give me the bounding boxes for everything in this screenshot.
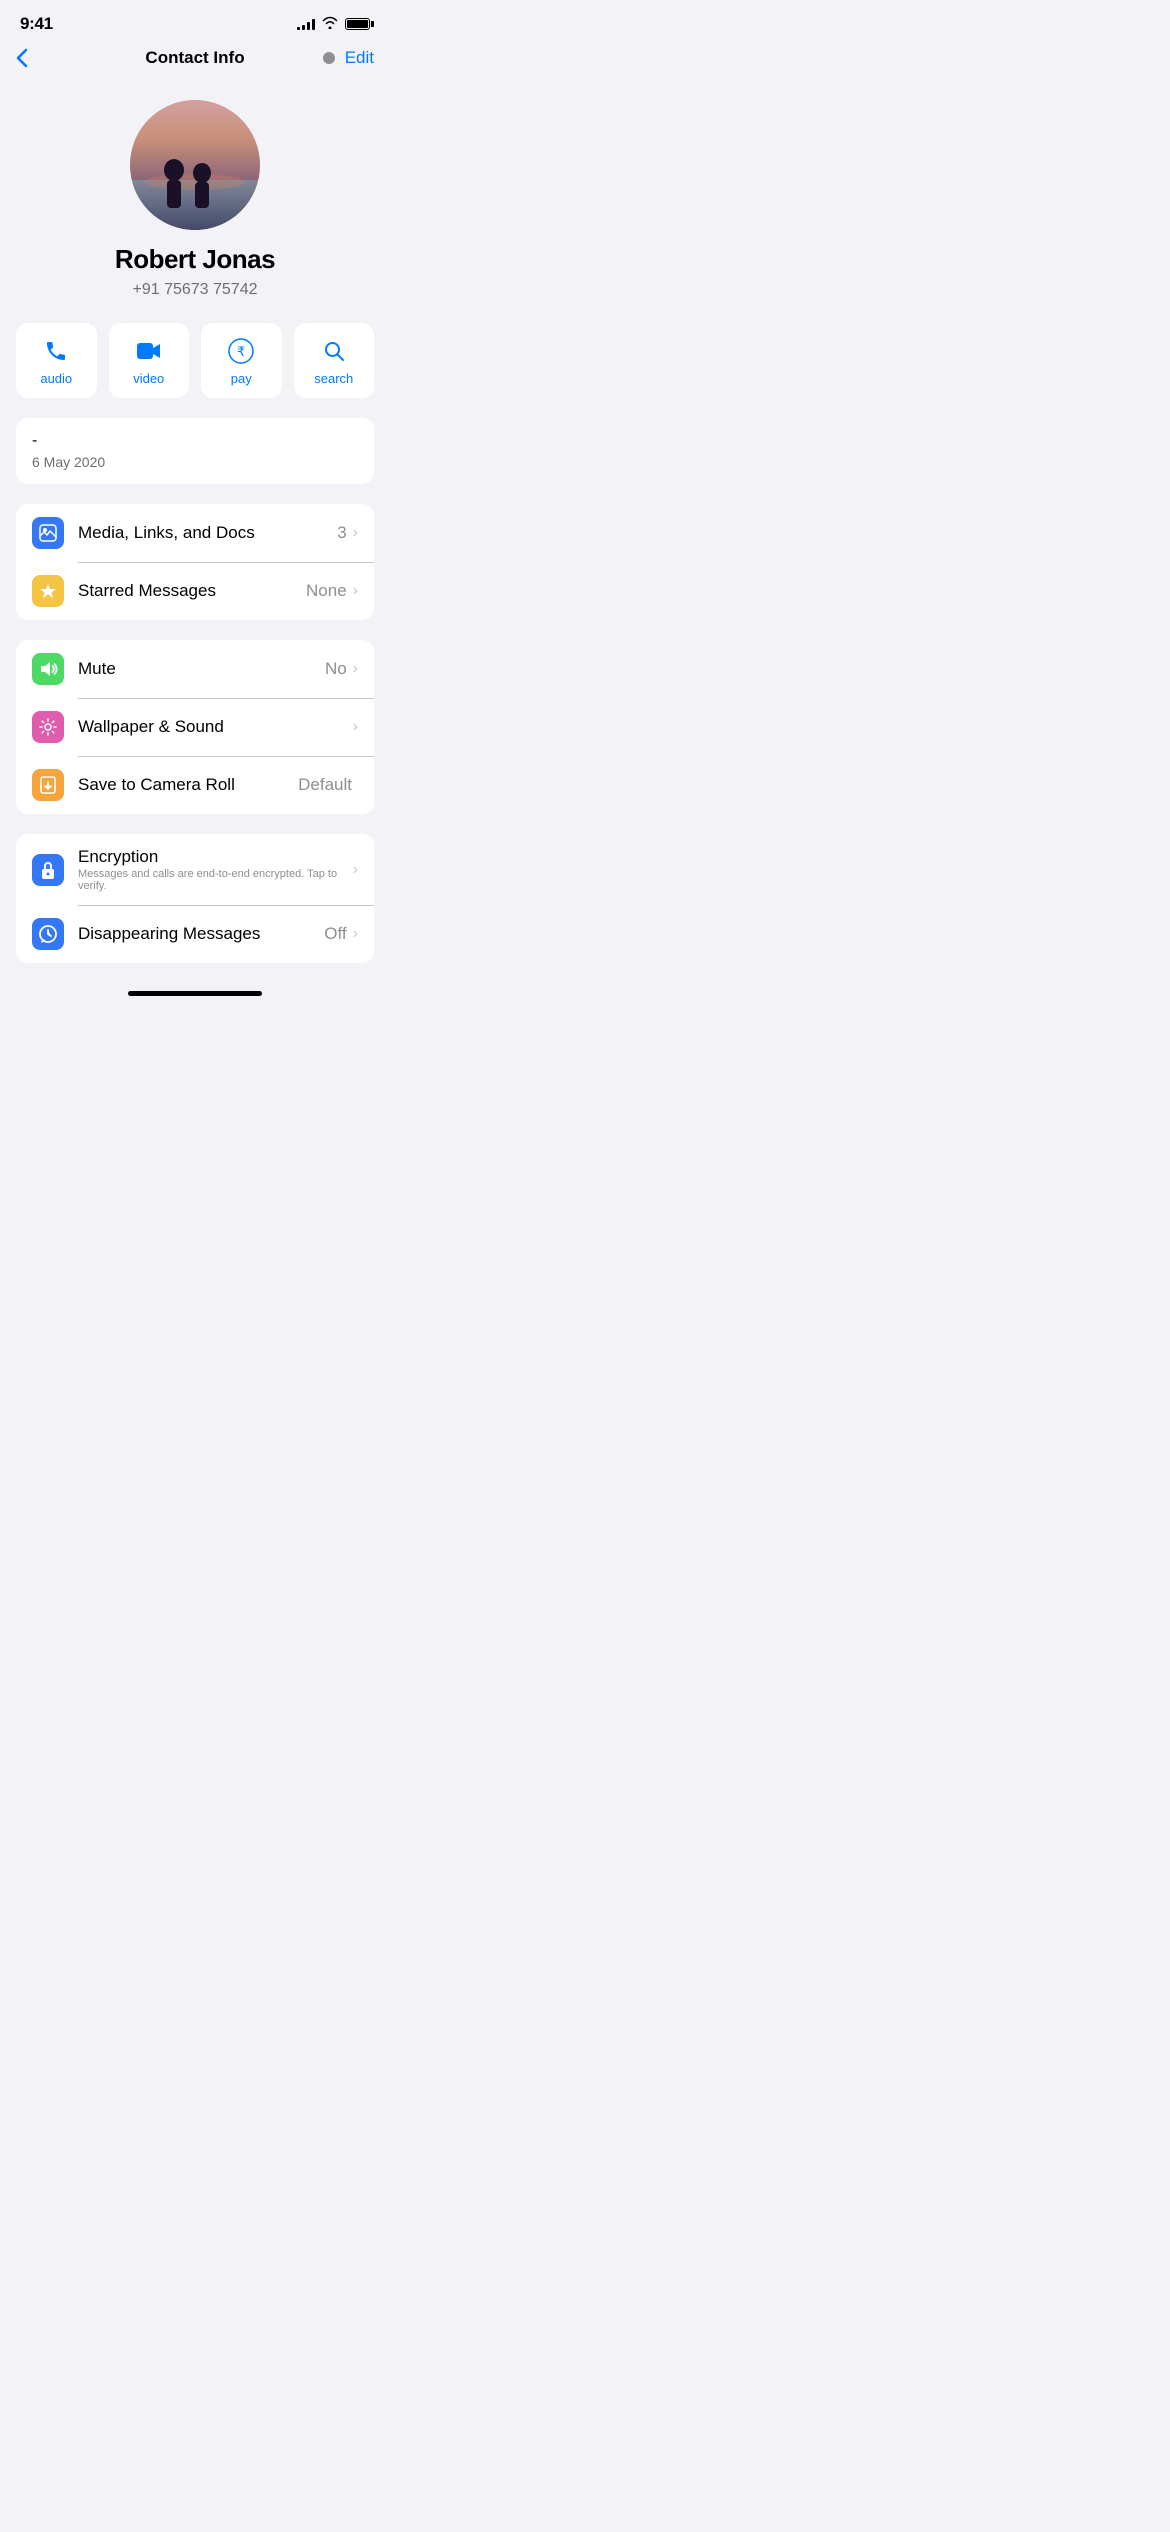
status-bar: 9:41: [0, 0, 390, 40]
settings-section-3: Encryption Messages and calls are end-to…: [16, 834, 374, 963]
home-indicator: [0, 983, 390, 1002]
disappearing-icon: [32, 918, 64, 950]
disappearing-messages-row[interactable]: Disappearing Messages Off ›: [16, 905, 374, 963]
chevron-icon: ›: [353, 524, 358, 542]
video-label: video: [133, 371, 164, 386]
search-button[interactable]: search: [294, 323, 375, 398]
wallpaper-sound-label: Wallpaper & Sound: [78, 717, 347, 737]
status-time: 9:41: [20, 14, 53, 34]
page-title: Contact Info: [145, 48, 244, 68]
chevron-icon: ›: [353, 718, 358, 736]
disappearing-messages-value: Off: [324, 924, 346, 944]
encryption-icon: [32, 854, 64, 886]
video-call-button[interactable]: video: [109, 323, 190, 398]
encryption-row[interactable]: Encryption Messages and calls are end-to…: [16, 834, 374, 905]
starred-messages-label: Starred Messages: [78, 581, 306, 601]
rupee-icon: ₹: [228, 337, 254, 365]
info-date: 6 May 2020: [32, 454, 358, 470]
mute-label: Mute: [78, 659, 325, 679]
search-icon: [322, 337, 346, 365]
media-icon: [32, 517, 64, 549]
mute-row[interactable]: Mute No ›: [16, 640, 374, 698]
chevron-icon: ›: [353, 660, 358, 678]
chevron-icon: ›: [353, 861, 358, 879]
disappearing-messages-label: Disappearing Messages: [78, 924, 324, 944]
edit-button[interactable]: Edit: [345, 48, 374, 68]
contact-status-dot: [323, 52, 335, 64]
action-buttons-row: audio video ₹ pay search: [0, 323, 390, 418]
video-icon: [136, 337, 162, 365]
media-links-docs-value: 3: [337, 523, 346, 543]
info-dash: -: [32, 432, 358, 450]
navigation-bar: Contact Info Edit: [0, 40, 390, 80]
battery-icon: [345, 18, 370, 30]
svg-text:₹: ₹: [237, 344, 245, 359]
pay-button[interactable]: ₹ pay: [201, 323, 282, 398]
save-camera-roll-label: Save to Camera Roll: [78, 775, 298, 795]
settings-section-1: Media, Links, and Docs 3 › Starred Messa…: [16, 504, 374, 620]
mute-value: No: [325, 659, 347, 679]
wifi-icon: [321, 16, 339, 32]
nav-right-actions: Edit: [323, 48, 374, 68]
mute-icon: [32, 653, 64, 685]
back-button[interactable]: [16, 48, 28, 68]
save-icon: [32, 769, 64, 801]
save-camera-roll-row[interactable]: Save to Camera Roll Default: [16, 756, 374, 814]
starred-messages-row[interactable]: Starred Messages None ›: [16, 562, 374, 620]
starred-messages-value: None: [306, 581, 347, 601]
contact-phone: +91 75673 75742: [132, 281, 257, 299]
audio-label: audio: [40, 371, 72, 386]
wallpaper-icon: [32, 711, 64, 743]
avatar[interactable]: [130, 100, 260, 230]
wallpaper-sound-row[interactable]: Wallpaper & Sound ›: [16, 698, 374, 756]
search-label: search: [314, 371, 353, 386]
settings-section-2: Mute No › Wallpaper & Sound › Save to Ca…: [16, 640, 374, 814]
contact-name: Robert Jonas: [115, 244, 275, 275]
media-links-docs-row[interactable]: Media, Links, and Docs 3 ›: [16, 504, 374, 562]
signal-icon: [297, 18, 315, 30]
profile-section: Robert Jonas +91 75673 75742: [0, 80, 390, 323]
phone-icon: [44, 337, 68, 365]
media-links-docs-label: Media, Links, and Docs: [78, 523, 337, 543]
audio-call-button[interactable]: audio: [16, 323, 97, 398]
home-bar: [128, 991, 262, 996]
encryption-label: Encryption: [78, 847, 353, 867]
save-camera-roll-value: Default: [298, 775, 352, 795]
starred-icon: [32, 575, 64, 607]
pay-label: pay: [231, 371, 252, 386]
chevron-icon: ›: [353, 925, 358, 943]
encryption-sublabel: Messages and calls are end-to-end encryp…: [78, 868, 353, 892]
status-icons: [297, 16, 370, 32]
info-card: - 6 May 2020: [16, 418, 374, 484]
chevron-icon: ›: [353, 582, 358, 600]
